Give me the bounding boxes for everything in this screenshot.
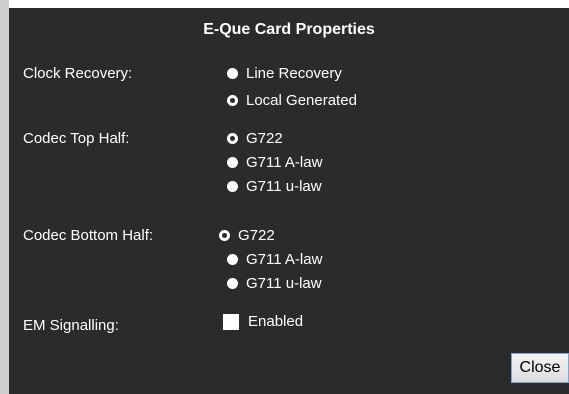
radio-bottom-g711-ulaw-label: G711 u-law [246, 275, 322, 292]
radio-top-g711-ulaw[interactable]: G711 u-law [227, 178, 322, 195]
radio-local-generated[interactable]: Local Generated [227, 92, 357, 109]
codec-top-half-label: Codec Top Half: [23, 130, 130, 147]
em-signalling-checkbox-label: Enabled [248, 313, 304, 330]
radio-top-g711-ulaw-indicator[interactable] [227, 181, 238, 192]
radio-top-g722-indicator[interactable] [227, 133, 238, 144]
radio-bottom-g711-alaw[interactable]: G711 A-law [227, 251, 322, 268]
em-signalling-checkbox-box[interactable] [223, 313, 239, 330]
radio-bottom-g711-ulaw-indicator[interactable] [227, 278, 238, 289]
em-signalling-label: EM Signalling: [23, 317, 119, 334]
clock-recovery-label: Clock Recovery: [23, 65, 133, 82]
radio-line-recovery-indicator[interactable] [227, 68, 238, 79]
radio-top-g722[interactable]: G722 [227, 130, 283, 147]
radio-bottom-g711-ulaw[interactable]: G711 u-law [227, 275, 322, 292]
em-signalling-enabled-checkbox[interactable]: Enabled [223, 313, 303, 330]
window-left-edge [0, 0, 9, 394]
window-frame: E-Que Card Properties Clock Recovery: Li… [0, 0, 569, 394]
radio-bottom-g722[interactable]: G722 [219, 227, 275, 244]
radio-bottom-g711-alaw-indicator[interactable] [227, 254, 238, 265]
radio-local-generated-label: Local Generated [246, 92, 357, 109]
radio-top-g711-ulaw-label: G711 u-law [246, 178, 322, 195]
radio-line-recovery-label: Line Recovery [246, 65, 342, 82]
codec-bottom-half-label: Codec Bottom Half: [23, 227, 154, 244]
close-button[interactable]: Close [511, 353, 569, 383]
radio-bottom-g722-label: G722 [238, 227, 275, 244]
radio-local-generated-indicator[interactable] [227, 95, 238, 106]
radio-bottom-g711-alaw-label: G711 A-law [246, 251, 323, 268]
eque-card-properties-dialog: E-Que Card Properties Clock Recovery: Li… [9, 8, 569, 394]
radio-bottom-g722-indicator[interactable] [219, 230, 230, 241]
radio-top-g722-label: G722 [246, 130, 283, 147]
dialog-title: E-Que Card Properties [203, 21, 375, 38]
radio-top-g711-alaw-label: G711 A-law [246, 154, 323, 171]
radio-top-g711-alaw-indicator[interactable] [227, 157, 238, 168]
radio-line-recovery[interactable]: Line Recovery [227, 65, 342, 82]
radio-top-g711-alaw[interactable]: G711 A-law [227, 154, 322, 171]
